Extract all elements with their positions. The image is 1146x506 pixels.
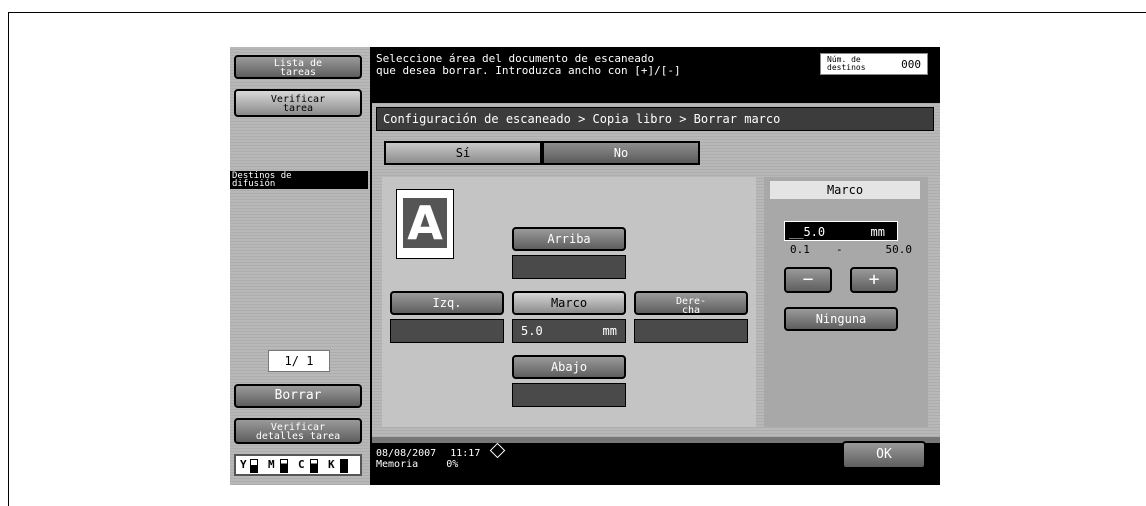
- broadcast-destinations-label: Destinos de difusión: [230, 171, 368, 189]
- range-separator: -: [836, 243, 843, 256]
- tab-no[interactable]: No: [542, 141, 700, 165]
- ok-button[interactable]: OK: [842, 441, 926, 469]
- bottom-value-field: [512, 383, 626, 407]
- network-icon: [490, 442, 506, 459]
- frame-value: 5.0: [521, 324, 543, 338]
- page-frame-left: [8, 12, 9, 506]
- toner-k-bar-icon: [340, 459, 348, 473]
- toner-k-label: K: [328, 458, 335, 471]
- bottom-button[interactable]: Abajo: [512, 355, 626, 379]
- job-list-button[interactable]: Lista de tareas: [234, 55, 362, 79]
- verify-job-button[interactable]: Verificar tarea: [234, 89, 362, 117]
- frame-width-unit: mm: [870, 225, 885, 239]
- verify-job-details-button[interactable]: Verificar detalles tarea: [234, 418, 362, 444]
- memory-label: Memoria: [376, 459, 419, 470]
- toner-c-label: C: [298, 458, 305, 471]
- breadcrumb: Configuración de escaneado > Copia libro…: [376, 107, 934, 131]
- frame-width-value: __5.0: [789, 225, 826, 239]
- right-value-field: [634, 319, 748, 343]
- instruction-line-2: que desea borrar. Introduzca ancho con […: [376, 64, 681, 77]
- frame-adjust-title: Marco: [770, 181, 920, 199]
- status-date: 08/08/2007: [376, 448, 437, 459]
- frame-adjust-panel: [764, 177, 928, 427]
- toner-m-label: M: [268, 458, 275, 471]
- page-frame-top: [8, 12, 1146, 13]
- top-value-field: [512, 255, 626, 279]
- delete-button[interactable]: Borrar: [234, 384, 362, 408]
- destination-count-value: 000: [901, 58, 921, 71]
- frame-unit: mm: [602, 324, 617, 338]
- device-screen: Lista de tareas Verificar tarea Destinos…: [230, 47, 940, 485]
- range-min: 0.1: [790, 243, 810, 256]
- left-button[interactable]: Izq.: [390, 291, 504, 315]
- toner-indicator: Y M C K: [234, 454, 362, 476]
- right-button[interactable]: Dere- cha: [634, 291, 748, 316]
- instruction-message: Seleccione área del documento de escanea…: [376, 53, 806, 77]
- none-button[interactable]: Ninguna: [784, 307, 898, 331]
- toner-y-bar-icon: [250, 459, 258, 473]
- tab-yes[interactable]: Sí: [384, 141, 542, 165]
- frame-width-input[interactable]: __5.0 mm: [784, 221, 898, 241]
- left-value-field: [390, 319, 504, 343]
- status-bar: 08/08/2007 11:17 Memoria 0%: [376, 442, 676, 470]
- page-indicator: 1/ 1: [268, 350, 330, 372]
- memory-value: 0%: [446, 459, 459, 470]
- destination-count-label: Núm. de destinos: [827, 55, 866, 72]
- status-time: 11:17: [450, 448, 481, 459]
- frame-value-field: 5.0 mm: [512, 319, 626, 343]
- top-button[interactable]: Arriba: [512, 227, 626, 251]
- increase-button[interactable]: +: [850, 267, 898, 293]
- frame-button[interactable]: Marco: [512, 291, 626, 315]
- destination-counter: Núm. de destinos 000: [820, 53, 928, 75]
- toner-m-bar-icon: [280, 459, 288, 473]
- toner-c-bar-icon: [310, 459, 318, 473]
- document-a-icon: A: [396, 189, 454, 259]
- range-max: 50.0: [885, 243, 913, 256]
- decrease-button[interactable]: −: [784, 267, 832, 293]
- toner-y-label: Y: [240, 458, 247, 471]
